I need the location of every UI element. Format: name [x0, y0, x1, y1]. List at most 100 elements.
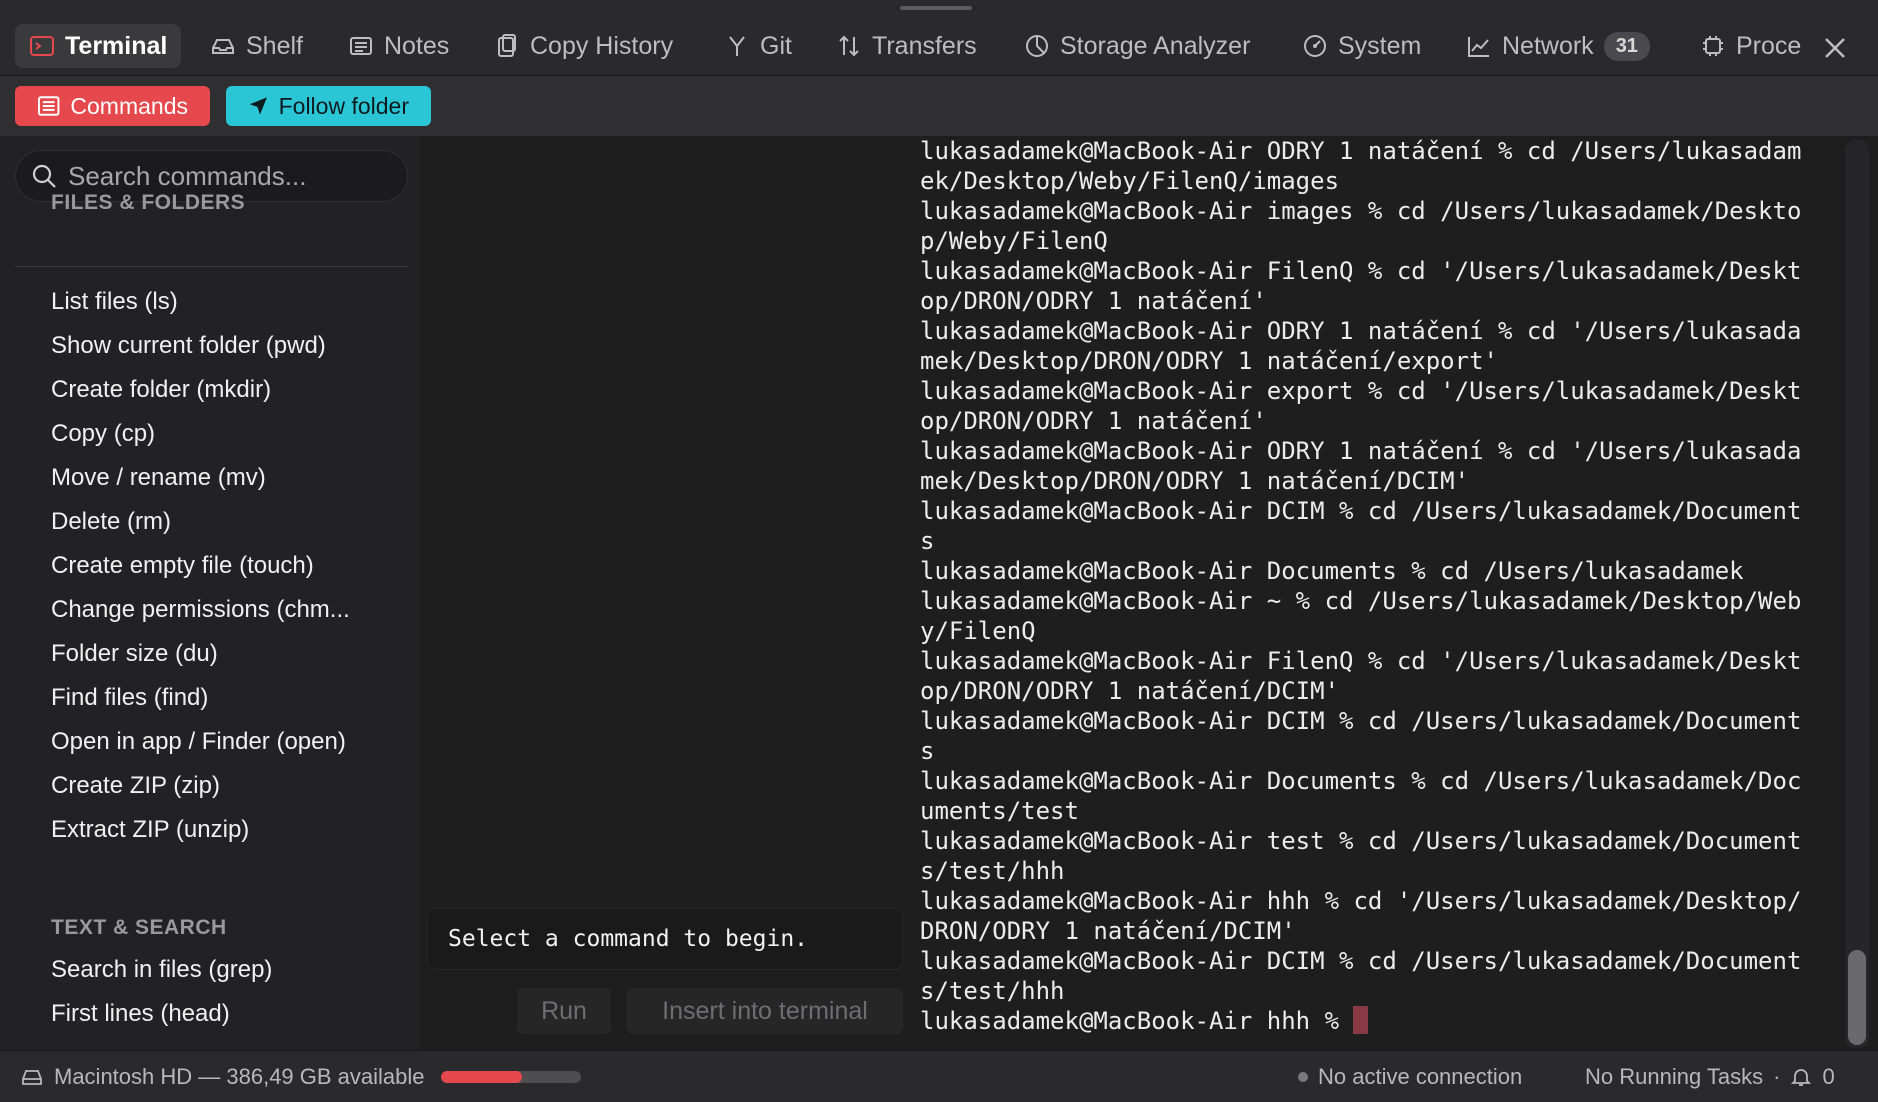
terminal-line: lukasadamek@MacBook-Air DCIM % cd /Users… [920, 497, 1802, 525]
tab-label: Terminal [65, 31, 168, 60]
status-bar: Macintosh HD — 386,49 GB available No ac… [0, 1050, 1878, 1102]
notification-count: 0 [1822, 1064, 1835, 1089]
terminal-line: lukasadamek@MacBook-Air ODRY 1 natáčení … [920, 137, 1802, 165]
tab-network[interactable]: Network 31 [1452, 24, 1664, 68]
terminal-line: s/test/hhh [920, 857, 1065, 885]
terminal-line: DRON/ODRY 1 natáčení/DCIM' [920, 917, 1296, 945]
tab-label: Network [1502, 31, 1594, 60]
command-item[interactable]: Move / rename (mv) [51, 464, 266, 492]
terminal-scroll-track[interactable] [1845, 140, 1869, 1048]
terminal-line: lukasadamek@MacBook-Air test % cd /Users… [920, 827, 1802, 855]
command-item[interactable]: Extract ZIP (unzip) [51, 816, 249, 844]
terminal-line: op/DRON/ODRY 1 natáčení' [920, 287, 1267, 315]
command-item[interactable]: Change permissions (chm... [51, 596, 350, 624]
terminal-line: lukasadamek@MacBook-Air images % cd /Use… [920, 197, 1802, 225]
terminal-line: p/Weby/FilenQ [920, 227, 1108, 255]
commands-label: Commands [70, 92, 188, 119]
tab-label: Storage Analyzer [1060, 31, 1251, 60]
tab-label: Shelf [246, 31, 303, 60]
tab-transfers[interactable]: Transfers [822, 24, 991, 68]
terminal-icon [30, 36, 54, 56]
clipboard-icon [498, 34, 516, 57]
terminal-output[interactable]: lukasadamek@MacBook-Air ODRY 1 natáčení … [920, 136, 1858, 1050]
close-icon[interactable] [1817, 30, 1853, 66]
terminal-line: ek/Desktop/Weby/FilenQ/images [920, 167, 1340, 195]
tab-label: Transfers [872, 31, 977, 60]
command-hint: Select a command to begin. [427, 908, 903, 970]
command-item[interactable]: Search in files (grep) [51, 956, 272, 984]
tab-terminal[interactable]: Terminal [15, 24, 182, 68]
follow-folder-button[interactable]: Follow folder [226, 86, 431, 126]
notes-icon [350, 37, 372, 55]
bell-icon[interactable] [1790, 1066, 1812, 1088]
tasks-label: No Running Tasks [1585, 1064, 1764, 1089]
command-item[interactable]: Create empty file (touch) [51, 552, 314, 580]
hard-drive-icon [22, 1070, 42, 1085]
tab-bar: Terminal Shelf Notes Copy History Git Tr… [0, 0, 1878, 76]
tray-icon [212, 39, 234, 54]
terminal-line: uments/test [920, 797, 1079, 825]
tab-storage-analyzer[interactable]: Storage Analyzer [1010, 24, 1264, 68]
terminal-line: lukasadamek@MacBook-Air DCIM % cd /Users… [920, 947, 1802, 975]
terminal-line: lukasadamek@MacBook-Air export % cd '/Us… [920, 377, 1802, 405]
command-item[interactable]: Find files (find) [51, 684, 208, 712]
tab-label: Copy History [530, 31, 674, 60]
section-title-text-search: TEXT & SEARCH [51, 916, 227, 939]
command-item[interactable]: Show current folder (pwd) [51, 332, 326, 360]
tab-label: System [1338, 31, 1422, 60]
command-item[interactable]: Copy (cp) [51, 420, 155, 448]
command-item[interactable]: List files (ls) [51, 288, 178, 316]
disk-usage-bar [440, 1071, 581, 1083]
terminal-line: lukasadamek@MacBook-Air hhh % cd '/Users… [920, 887, 1802, 915]
command-item[interactable]: First lines (head) [51, 1000, 230, 1028]
terminal-line: lukasadamek@MacBook-Air ~ % cd /Users/lu… [920, 587, 1802, 615]
terminal-line: op/DRON/ODRY 1 natáčení' [920, 407, 1267, 435]
section-title-files-folders: FILES & FOLDERS [51, 191, 246, 214]
commands-button[interactable]: Commands [15, 86, 210, 126]
terminal-prompt[interactable]: lukasadamek@MacBook-Air hhh % [920, 1006, 1840, 1036]
disk-usage-fill [440, 1071, 522, 1083]
command-item[interactable]: Folder size (du) [51, 640, 218, 668]
tab-label: Notes [384, 31, 450, 60]
tab-copy-history[interactable]: Copy History [480, 24, 687, 68]
terminal-line: lukasadamek@MacBook-Air DCIM % cd /Users… [920, 707, 1802, 735]
window-grabber[interactable] [900, 6, 972, 10]
command-item[interactable]: Open in app / Finder (open) [51, 728, 346, 756]
commands-sidebar: FILES & FOLDERS List files (ls) Show cur… [0, 136, 420, 1050]
tab-shelf[interactable]: Shelf [196, 24, 317, 68]
terminal-line: lukasadamek@MacBook-Air FilenQ % cd '/Us… [920, 257, 1802, 285]
toolbar: Commands Follow folder [0, 76, 1878, 136]
terminal-line: lukasadamek@MacBook-Air ODRY 1 natáčení … [920, 317, 1802, 345]
tab-system[interactable]: System [1288, 24, 1435, 68]
list-icon [37, 96, 60, 116]
connection-dot-icon [1298, 1072, 1308, 1082]
tab-notes[interactable]: Notes [334, 24, 463, 68]
network-count-badge: 31 [1603, 31, 1650, 61]
insert-into-terminal-button[interactable]: Insert into terminal [627, 988, 903, 1034]
run-button[interactable]: Run [517, 988, 611, 1034]
terminal-lines: lukasadamek@MacBook-Air ODRY 1 natáčení … [920, 136, 1840, 1036]
connection-status: No active connection [1298, 1051, 1522, 1102]
terminal-line: s/test/hhh [920, 977, 1065, 1005]
command-item[interactable]: Create folder (mkdir) [51, 376, 271, 404]
gauge-icon [1304, 35, 1326, 57]
pie-chart-icon [1026, 35, 1048, 57]
terminal-line: lukasadamek@MacBook-Air Documents % cd /… [920, 557, 1744, 585]
terminal-line: lukasadamek@MacBook-Air Documents % cd /… [920, 767, 1802, 795]
search-icon [32, 164, 56, 188]
follow-folder-label: Follow folder [278, 92, 409, 119]
terminal-line: s [920, 737, 935, 765]
tasks-status[interactable]: No Running Tasks · 0 [1585, 1051, 1835, 1102]
terminal-scrollbar[interactable] [1848, 950, 1866, 1045]
search-input[interactable] [68, 160, 398, 192]
prompt-text: lukasadamek@MacBook-Air hhh % [920, 1007, 1354, 1035]
tab-git[interactable]: Git [710, 24, 806, 68]
tab-processes[interactable]: Proce [1686, 24, 1815, 68]
command-item[interactable]: Delete (rm) [51, 508, 171, 536]
terminal-line: s [920, 527, 935, 555]
command-item[interactable]: Create ZIP (zip) [51, 772, 220, 800]
git-branch-icon [729, 36, 745, 56]
location-arrow-icon [249, 97, 267, 115]
terminal-line: mek/Desktop/DRON/ODRY 1 natáčení/DCIM' [920, 467, 1470, 495]
section-divider [15, 266, 408, 267]
